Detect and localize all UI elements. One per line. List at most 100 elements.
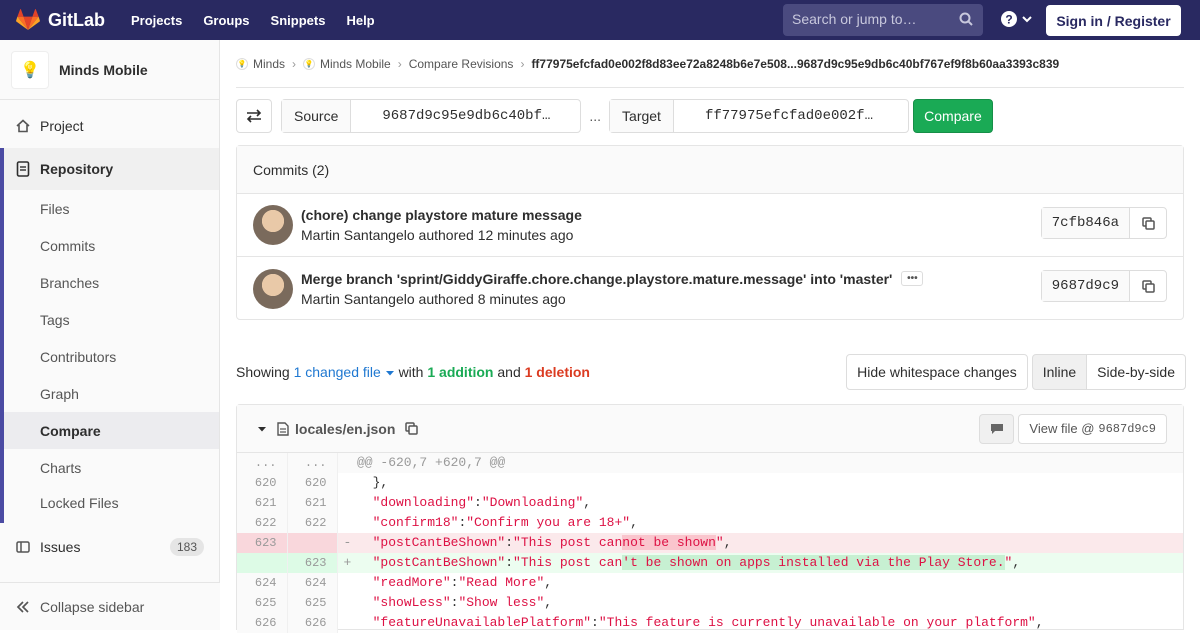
- inline-view-button[interactable]: Inline: [1031, 354, 1088, 390]
- line-code: "showLess":"Show less",: [372, 595, 553, 610]
- old-line-number[interactable]: 622: [237, 513, 288, 533]
- copy-icon[interactable]: [405, 422, 419, 435]
- sidebar: 💡 Minds Mobile Project Repository Files …: [0, 40, 220, 630]
- line-code: "readMore":"Read More",: [372, 575, 553, 590]
- old-line-number[interactable]: 621: [237, 493, 288, 513]
- commits-header: Commits (2): [237, 146, 1183, 194]
- diff-file-header: locales/en.json View file @ 9687d9c9: [237, 405, 1183, 453]
- compare-button[interactable]: Compare: [912, 99, 993, 133]
- source-revision-dropdown[interactable]: Source 9687d9c95e9db6c40bf…: [281, 99, 582, 133]
- new-line-number[interactable]: 622: [287, 513, 338, 533]
- commit-title-text: (chore) change playstore mature message: [301, 207, 582, 223]
- sidebar-item-branches[interactable]: Branches: [4, 264, 219, 301]
- breadcrumb-item[interactable]: Compare Revisions: [409, 57, 514, 71]
- diff-file-name[interactable]: locales/en.json: [295, 421, 395, 437]
- new-line-number[interactable]: 625: [287, 593, 338, 613]
- new-line-number[interactable]: [287, 533, 338, 553]
- sidebar-item-graph[interactable]: Graph: [4, 375, 219, 412]
- copy-sha-button[interactable]: [1130, 271, 1166, 301]
- commit-author[interactable]: Martin Santangelo: [301, 291, 415, 307]
- changed-files-dropdown[interactable]: 1 changed file: [294, 364, 395, 380]
- sidebar-item-locked-files[interactable]: Locked Files: [4, 486, 219, 523]
- toggle-comments-button[interactable]: [979, 413, 1015, 444]
- breadcrumb-item[interactable]: Minds Mobile: [320, 57, 391, 71]
- sidebar-item-files[interactable]: Files: [4, 190, 219, 227]
- avatar[interactable]: [253, 268, 293, 309]
- avatar[interactable]: [253, 205, 293, 245]
- json-key: "featureUnavailablePlatform": [372, 615, 592, 630]
- swap-revisions-button[interactable]: [236, 99, 272, 133]
- target-revision-dropdown[interactable]: Target ff77975efcfad0e002f…: [609, 99, 909, 133]
- commit-sha-group: 9687d9c9: [1040, 270, 1167, 302]
- summary-with: with: [398, 364, 424, 380]
- breadcrumb-current[interactable]: ff77975efcfad0e002f8d83ee72a8248b6e7e508…: [531, 57, 1059, 71]
- commit-author[interactable]: Martin Santangelo: [301, 227, 415, 243]
- diff-line: 621 621 "downloading":"Downloading",: [237, 493, 1183, 513]
- new-line-number[interactable]: 624: [287, 573, 338, 593]
- copy-sha-button[interactable]: [1130, 208, 1166, 238]
- expand-lines-button[interactable]: ...: [237, 453, 288, 473]
- old-line-number[interactable]: [237, 553, 288, 573]
- summary-and: and: [497, 364, 521, 380]
- nav-snippets[interactable]: Snippets: [271, 13, 326, 28]
- nav-projects[interactable]: Projects: [131, 13, 182, 28]
- old-line-number[interactable]: 624: [237, 573, 288, 593]
- deletions-count: 1 deletion: [524, 364, 590, 380]
- sidebar-item-charts[interactable]: Charts: [4, 449, 219, 486]
- sidebar-item-project[interactable]: Project: [0, 107, 219, 144]
- help-dropdown[interactable]: ?: [1001, 11, 1033, 27]
- json-value-suffix: ": [1004, 555, 1013, 570]
- old-line-number[interactable]: 626: [237, 613, 288, 633]
- search-placeholder: Search or jump to…: [792, 11, 917, 27]
- diff-line: 622 622 "confirm18":"Confirm you are 18+…: [237, 513, 1183, 533]
- expand-lines-button[interactable]: ...: [287, 453, 338, 473]
- nav-groups[interactable]: Groups: [203, 13, 249, 28]
- gitlab-logo[interactable]: GitLab: [16, 9, 105, 31]
- commit-sha[interactable]: 9687d9c9: [1041, 271, 1130, 301]
- old-line-number[interactable]: 623: [237, 533, 288, 553]
- line-code: "postCantBeShown":"This post cannot be s…: [357, 533, 1183, 553]
- hide-whitespace-button[interactable]: Hide whitespace changes: [846, 354, 1028, 390]
- issues-icon: [16, 540, 30, 553]
- breadcrumb-separator: ›: [292, 56, 297, 71]
- new-line-number[interactable]: 621: [287, 493, 338, 513]
- json-key: "confirm18": [372, 515, 459, 530]
- json-value: "Downloading": [481, 495, 584, 510]
- sign-cell: +: [337, 553, 357, 573]
- breadcrumb-item[interactable]: Minds: [253, 57, 285, 71]
- commit-title[interactable]: (chore) change playstore mature message: [301, 207, 582, 223]
- expand-commit-message-button[interactable]: •••: [901, 271, 924, 286]
- nav-help[interactable]: Help: [346, 13, 374, 28]
- new-line-number[interactable]: 623: [287, 553, 338, 573]
- sidebar-item-tags[interactable]: Tags: [4, 301, 219, 338]
- new-line-number[interactable]: 626: [287, 613, 338, 633]
- view-file-button[interactable]: View file @ 9687d9c9: [1018, 413, 1167, 444]
- old-line-number[interactable]: 620: [237, 473, 288, 493]
- old-line-number[interactable]: 625: [237, 593, 288, 613]
- signin-button[interactable]: Sign in / Register: [1046, 5, 1181, 36]
- new-line-number[interactable]: 620: [287, 473, 338, 493]
- sidebar-item-issues[interactable]: Issues 183: [0, 528, 219, 565]
- sign-cell: [337, 573, 357, 593]
- commit-time: authored 8 minutes ago: [418, 290, 566, 307]
- diff-line-added: 623 + "postCantBeShown":"This post can't…: [237, 553, 1183, 573]
- commit-title[interactable]: Merge branch 'sprint/GiddyGiraffe.chore.…: [301, 271, 924, 287]
- sidebar-item-compare[interactable]: Compare: [4, 412, 219, 449]
- line-code: "confirm18":"Confirm you are 18+",: [372, 515, 638, 530]
- sidebar-item-contributors[interactable]: Contributors: [4, 338, 219, 375]
- side-by-side-view-button[interactable]: Side-by-side: [1087, 354, 1186, 390]
- json-value-suffix: ": [715, 535, 724, 550]
- sidebar-project-header[interactable]: 💡 Minds Mobile: [0, 40, 219, 100]
- group-avatar-icon: 💡: [236, 57, 248, 70]
- sidebar-item-commits[interactable]: Commits: [4, 227, 219, 264]
- line-code: "downloading":"Downloading",: [372, 495, 592, 510]
- sign-cell: -: [337, 533, 357, 553]
- chevron-down-icon[interactable]: [257, 425, 267, 433]
- sign-cell: [337, 493, 357, 513]
- collapse-sidebar-button[interactable]: Collapse sidebar: [0, 582, 220, 630]
- gitlab-tanuki-icon: [16, 9, 40, 30]
- copy-icon: [1141, 216, 1155, 230]
- commit-sha[interactable]: 7cfb846a: [1041, 208, 1130, 238]
- sidebar-item-repository[interactable]: Repository: [4, 148, 219, 190]
- search-input[interactable]: Search or jump to…: [783, 4, 983, 36]
